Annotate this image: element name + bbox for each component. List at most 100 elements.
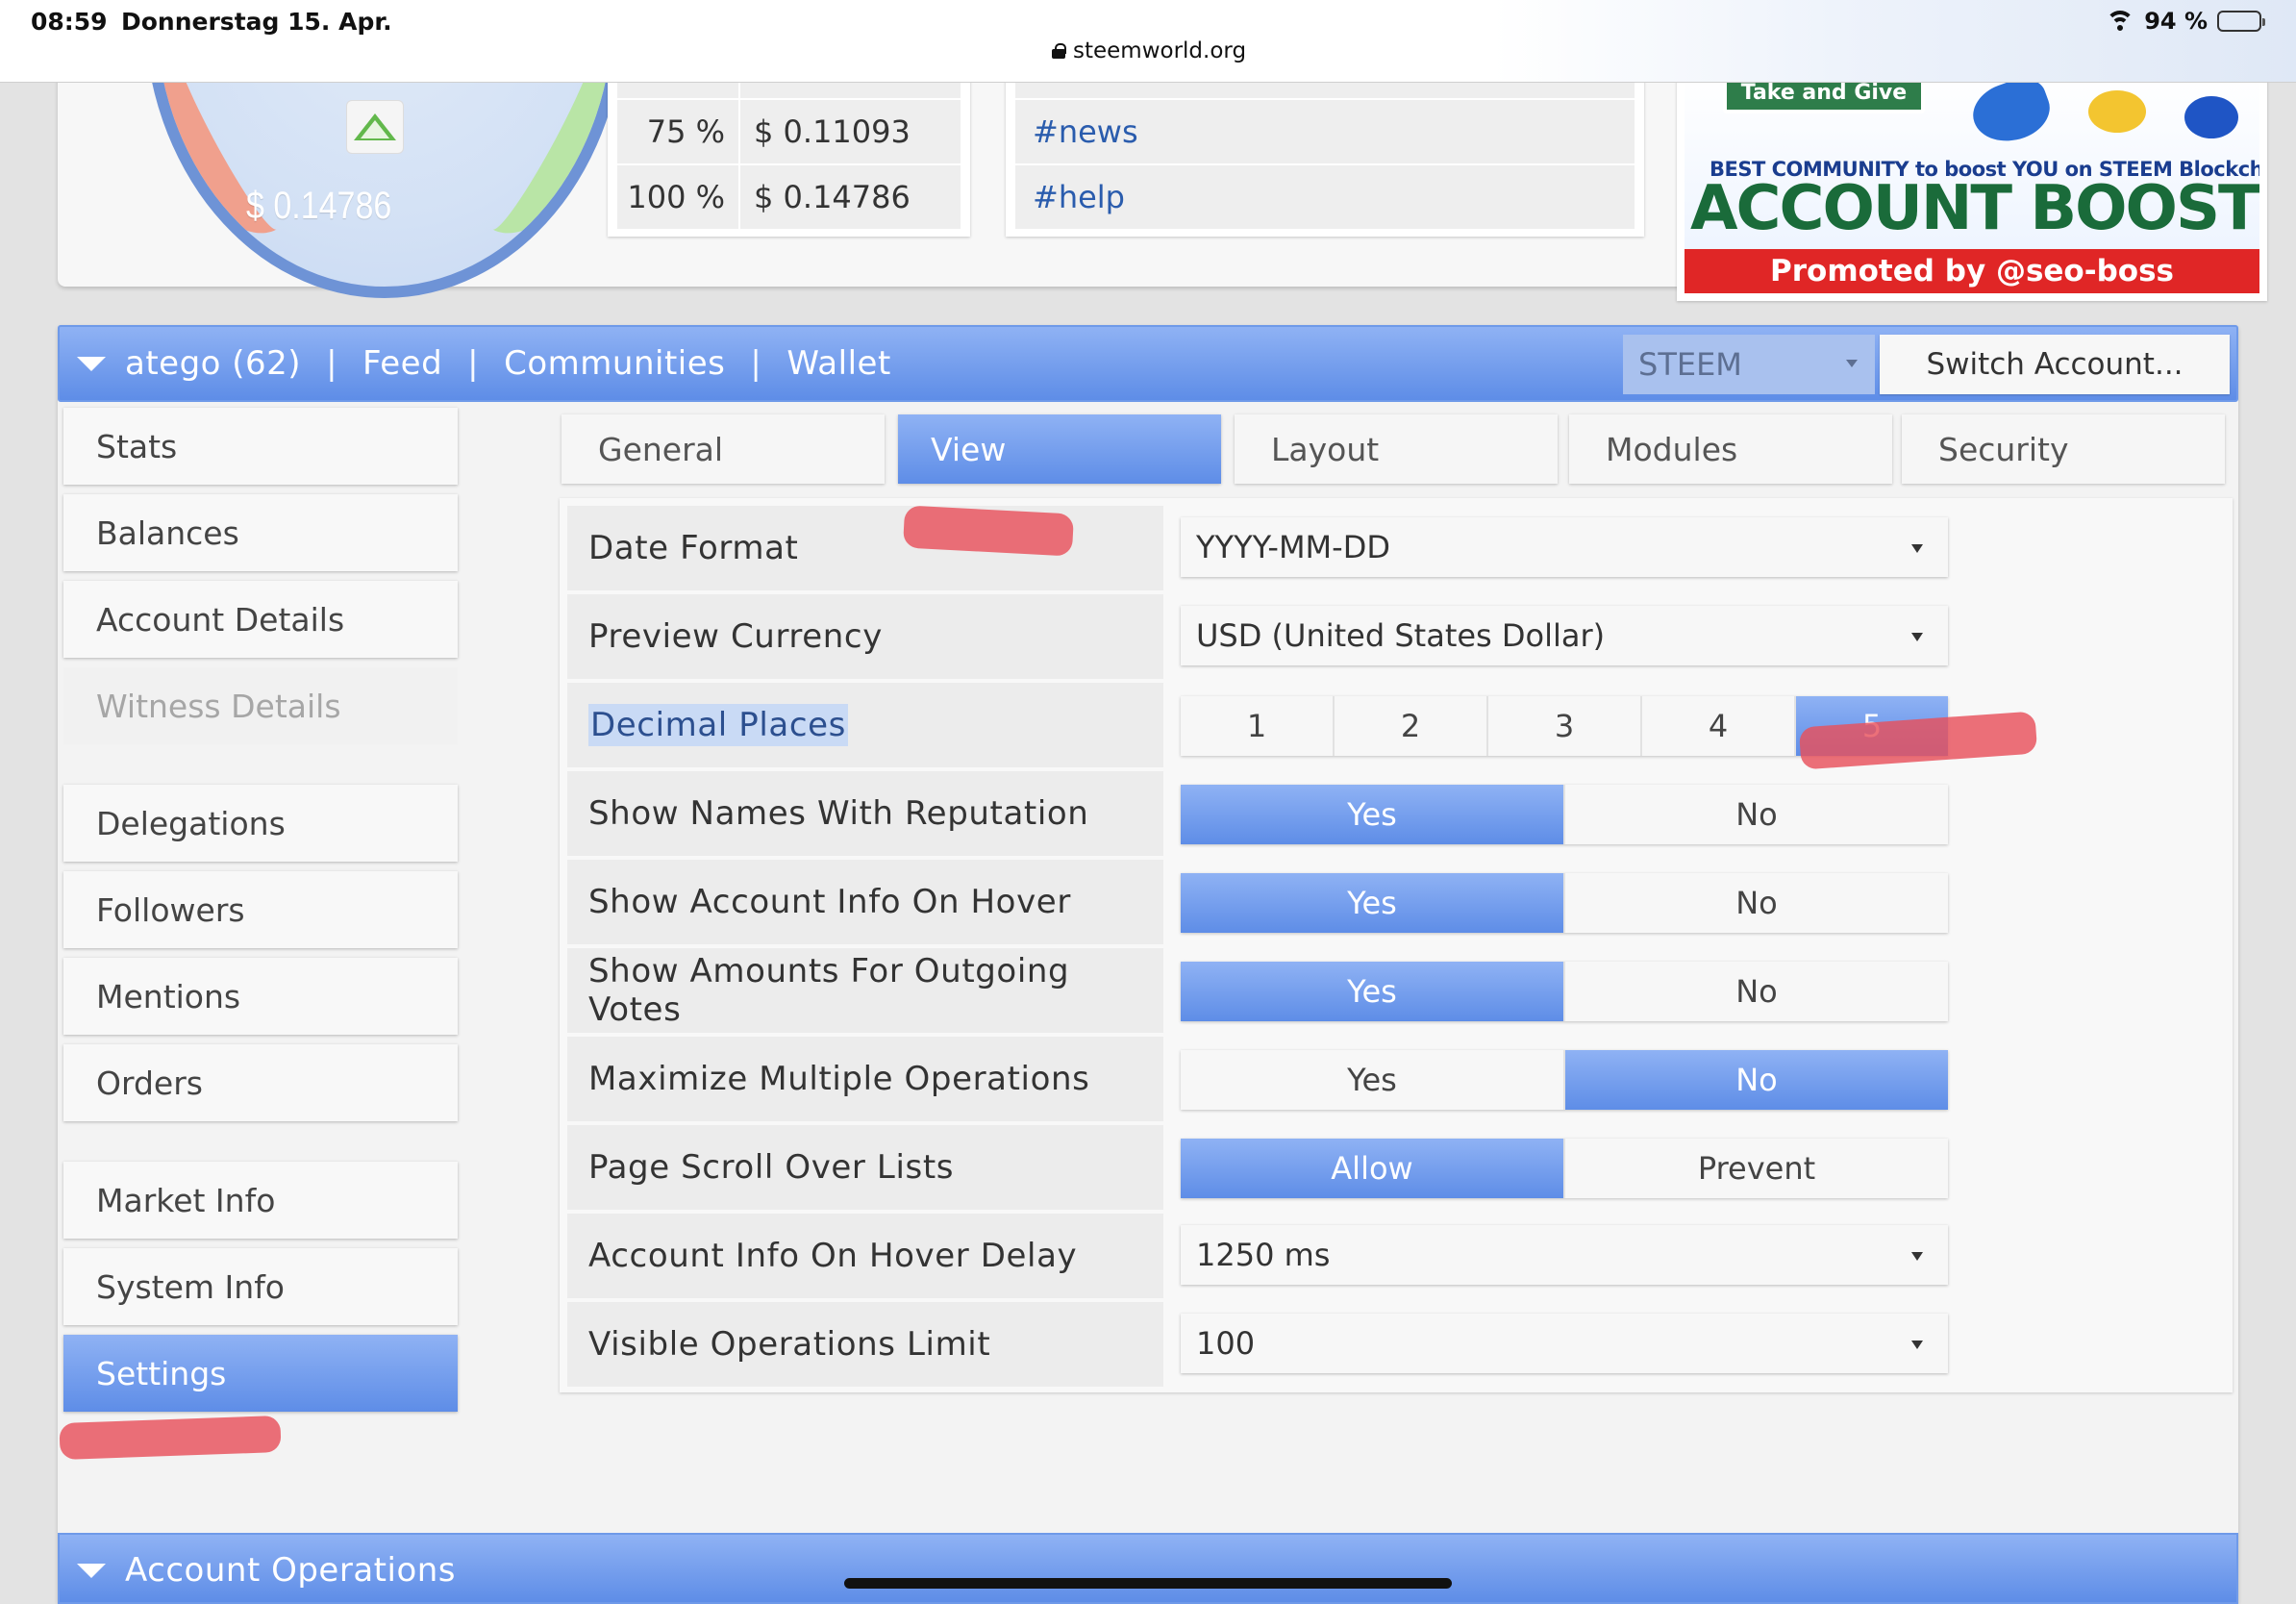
wifi-icon — [2106, 11, 2135, 32]
tab-security[interactable]: Security — [1902, 414, 2225, 484]
setting-label: Visible Operations Limit — [567, 1302, 1163, 1387]
sidebar-item-followers[interactable]: Followers — [63, 871, 458, 948]
nav-separator: | — [326, 344, 338, 383]
hover-delay-select[interactable]: 1250 ms — [1181, 1225, 1948, 1285]
prevent-option[interactable]: Prevent — [1565, 1139, 1948, 1198]
no-option[interactable]: No — [1565, 785, 1948, 844]
sidebar-item-balances[interactable]: Balances — [63, 494, 458, 571]
setting-row-hover-delay: Account Info On Hover Delay 1250 ms — [567, 1214, 2225, 1298]
vote-value-table: 50 % $ 0.07346 75 % $ 0.11093 100 % $ 0.… — [608, 35, 970, 237]
sidebar-item-system-info[interactable]: System Info — [63, 1248, 458, 1325]
chain-select-value: STEEM — [1638, 346, 1742, 383]
yes-option[interactable]: Yes — [1181, 873, 1565, 933]
section-title: Account Operations — [125, 1551, 457, 1590]
decimal-option-1[interactable]: 1 — [1181, 696, 1335, 756]
maximize-operations-toggle: Yes No — [1181, 1050, 1948, 1110]
feed-link[interactable]: Feed — [362, 344, 442, 383]
setting-label: Account Info On Hover Delay — [567, 1214, 1163, 1298]
setting-label: Page Scroll Over Lists — [567, 1125, 1163, 1210]
collapse-icon[interactable] — [77, 1563, 106, 1578]
names-reputation-toggle: Yes No — [1181, 785, 1948, 844]
vote-amount: $ 0.14786 — [740, 165, 961, 229]
upvote-icon[interactable] — [346, 100, 404, 154]
setting-row-date-format: Date Format YYYY-MM-DD — [567, 506, 2225, 590]
wallet-link[interactable]: Wallet — [786, 344, 890, 383]
tab-general[interactable]: General — [562, 414, 885, 484]
yes-option[interactable]: Yes — [1181, 962, 1565, 1021]
setting-label: Date Format — [567, 506, 1163, 590]
account-info-hover-toggle: Yes No — [1181, 873, 1948, 933]
sidebar-item-settings[interactable]: Settings — [63, 1335, 458, 1412]
sidebar-item-mentions[interactable]: Mentions — [63, 958, 458, 1035]
url-text: steemworld.org — [1073, 38, 1247, 63]
lock-icon — [1052, 43, 1066, 59]
table-row: 100 % $ 0.14786 — [617, 165, 961, 229]
clock: 08:59 — [31, 8, 108, 36]
setting-row-names-reputation: Show Names With Reputation Yes No — [567, 771, 2225, 856]
address-bar[interactable]: steemworld.org — [1052, 38, 1246, 63]
account-name-link[interactable]: atego (62) — [125, 344, 301, 383]
select-value: 1250 ms — [1196, 1237, 1331, 1273]
amounts-outgoing-toggle: Yes No — [1181, 962, 1948, 1021]
home-indicator[interactable] — [844, 1578, 1452, 1589]
setting-label: Show Account Info On Hover — [567, 860, 1163, 944]
tag-link[interactable]: #news — [1015, 100, 1635, 163]
setting-row-preview-currency: Preview Currency USD (United States Doll… — [567, 594, 2225, 679]
preview-currency-select[interactable]: USD (United States Dollar) — [1181, 606, 1948, 665]
page-scroll-toggle: Allow Prevent — [1181, 1139, 1948, 1198]
red-marker-annotation — [59, 1415, 282, 1461]
tab-layout[interactable]: Layout — [1235, 414, 1558, 484]
visible-ops-limit-select[interactable]: 100 — [1181, 1314, 1948, 1373]
sidebar-item-account-details[interactable]: Account Details — [63, 581, 458, 658]
tag-link[interactable]: #help — [1015, 165, 1635, 229]
chevron-down-icon — [1911, 544, 1923, 553]
setting-row-visible-ops-limit: Visible Operations Limit 100 — [567, 1302, 2225, 1387]
gauge-value: $ 0.14786 — [246, 185, 392, 227]
chevron-down-icon — [1846, 360, 1858, 367]
allow-option[interactable]: Allow — [1181, 1139, 1565, 1198]
setting-row-amounts-outgoing: Show Amounts For Outgoing Votes Yes No — [567, 948, 2225, 1033]
no-option[interactable]: No — [1565, 1050, 1948, 1110]
tag-list: #contest #news #help — [1006, 35, 1644, 237]
account-navbar: atego (62) | Feed | Communities | Wallet… — [58, 325, 2238, 402]
setting-row-page-scroll: Page Scroll Over Lists Allow Prevent — [567, 1125, 2225, 1210]
sidebar-item-stats[interactable]: Stats — [63, 408, 458, 485]
no-option[interactable]: No — [1565, 962, 1948, 1021]
setting-label: Show Amounts For Outgoing Votes — [567, 948, 1163, 1033]
decimal-option-3[interactable]: 3 — [1488, 696, 1642, 756]
collapse-icon[interactable] — [77, 356, 106, 371]
tab-modules[interactable]: Modules — [1569, 414, 1892, 484]
chevron-down-icon — [1911, 633, 1923, 641]
setting-label: Show Names With Reputation — [567, 771, 1163, 856]
ad-image: Take and Give BEST COMMUNITY to boost YO… — [1685, 73, 2259, 293]
sidebar-item-delegations[interactable]: Delegations — [63, 785, 458, 862]
yes-option[interactable]: Yes — [1181, 1050, 1565, 1110]
sidebar-item-orders[interactable]: Orders — [63, 1044, 458, 1121]
chevron-down-icon — [1911, 1252, 1923, 1261]
select-value: 100 — [1196, 1325, 1256, 1362]
switch-account-button[interactable]: Switch Account... — [1880, 335, 2230, 394]
account-operations-header[interactable]: Account Operations — [58, 1533, 2238, 1604]
setting-row-maximize-operations: Maximize Multiple Operations Yes No — [567, 1037, 2225, 1121]
ad-banner[interactable]: Take and Give BEST COMMUNITY to boost YO… — [1677, 65, 2267, 301]
nav-separator: | — [467, 344, 480, 383]
chain-select[interactable]: STEEM — [1623, 335, 1875, 394]
status-icons: 94 % — [2106, 8, 2265, 35]
red-marker-annotation — [902, 505, 1075, 557]
yes-option[interactable]: Yes — [1181, 785, 1565, 844]
decimal-option-2[interactable]: 2 — [1335, 696, 1488, 756]
sidebar-item-market-info[interactable]: Market Info — [63, 1162, 458, 1239]
decimal-option-4[interactable]: 4 — [1642, 696, 1796, 756]
select-value: YYYY-MM-DD — [1196, 529, 1390, 565]
setting-label: Decimal Places — [588, 704, 848, 746]
date-format-select[interactable]: YYYY-MM-DD — [1181, 517, 1948, 577]
coin-icon — [2088, 90, 2146, 133]
no-option[interactable]: No — [1565, 873, 1948, 933]
tab-view[interactable]: View — [898, 414, 1221, 484]
battery-percent: 94 % — [2144, 8, 2208, 35]
bird-icon — [1965, 73, 2058, 152]
account-card: atego (62) | Feed | Communities | Wallet… — [58, 325, 2238, 1604]
communities-link[interactable]: Communities — [504, 344, 725, 383]
setting-row-account-info-hover: Show Account Info On Hover Yes No — [567, 860, 2225, 944]
setting-label: Preview Currency — [567, 594, 1163, 679]
